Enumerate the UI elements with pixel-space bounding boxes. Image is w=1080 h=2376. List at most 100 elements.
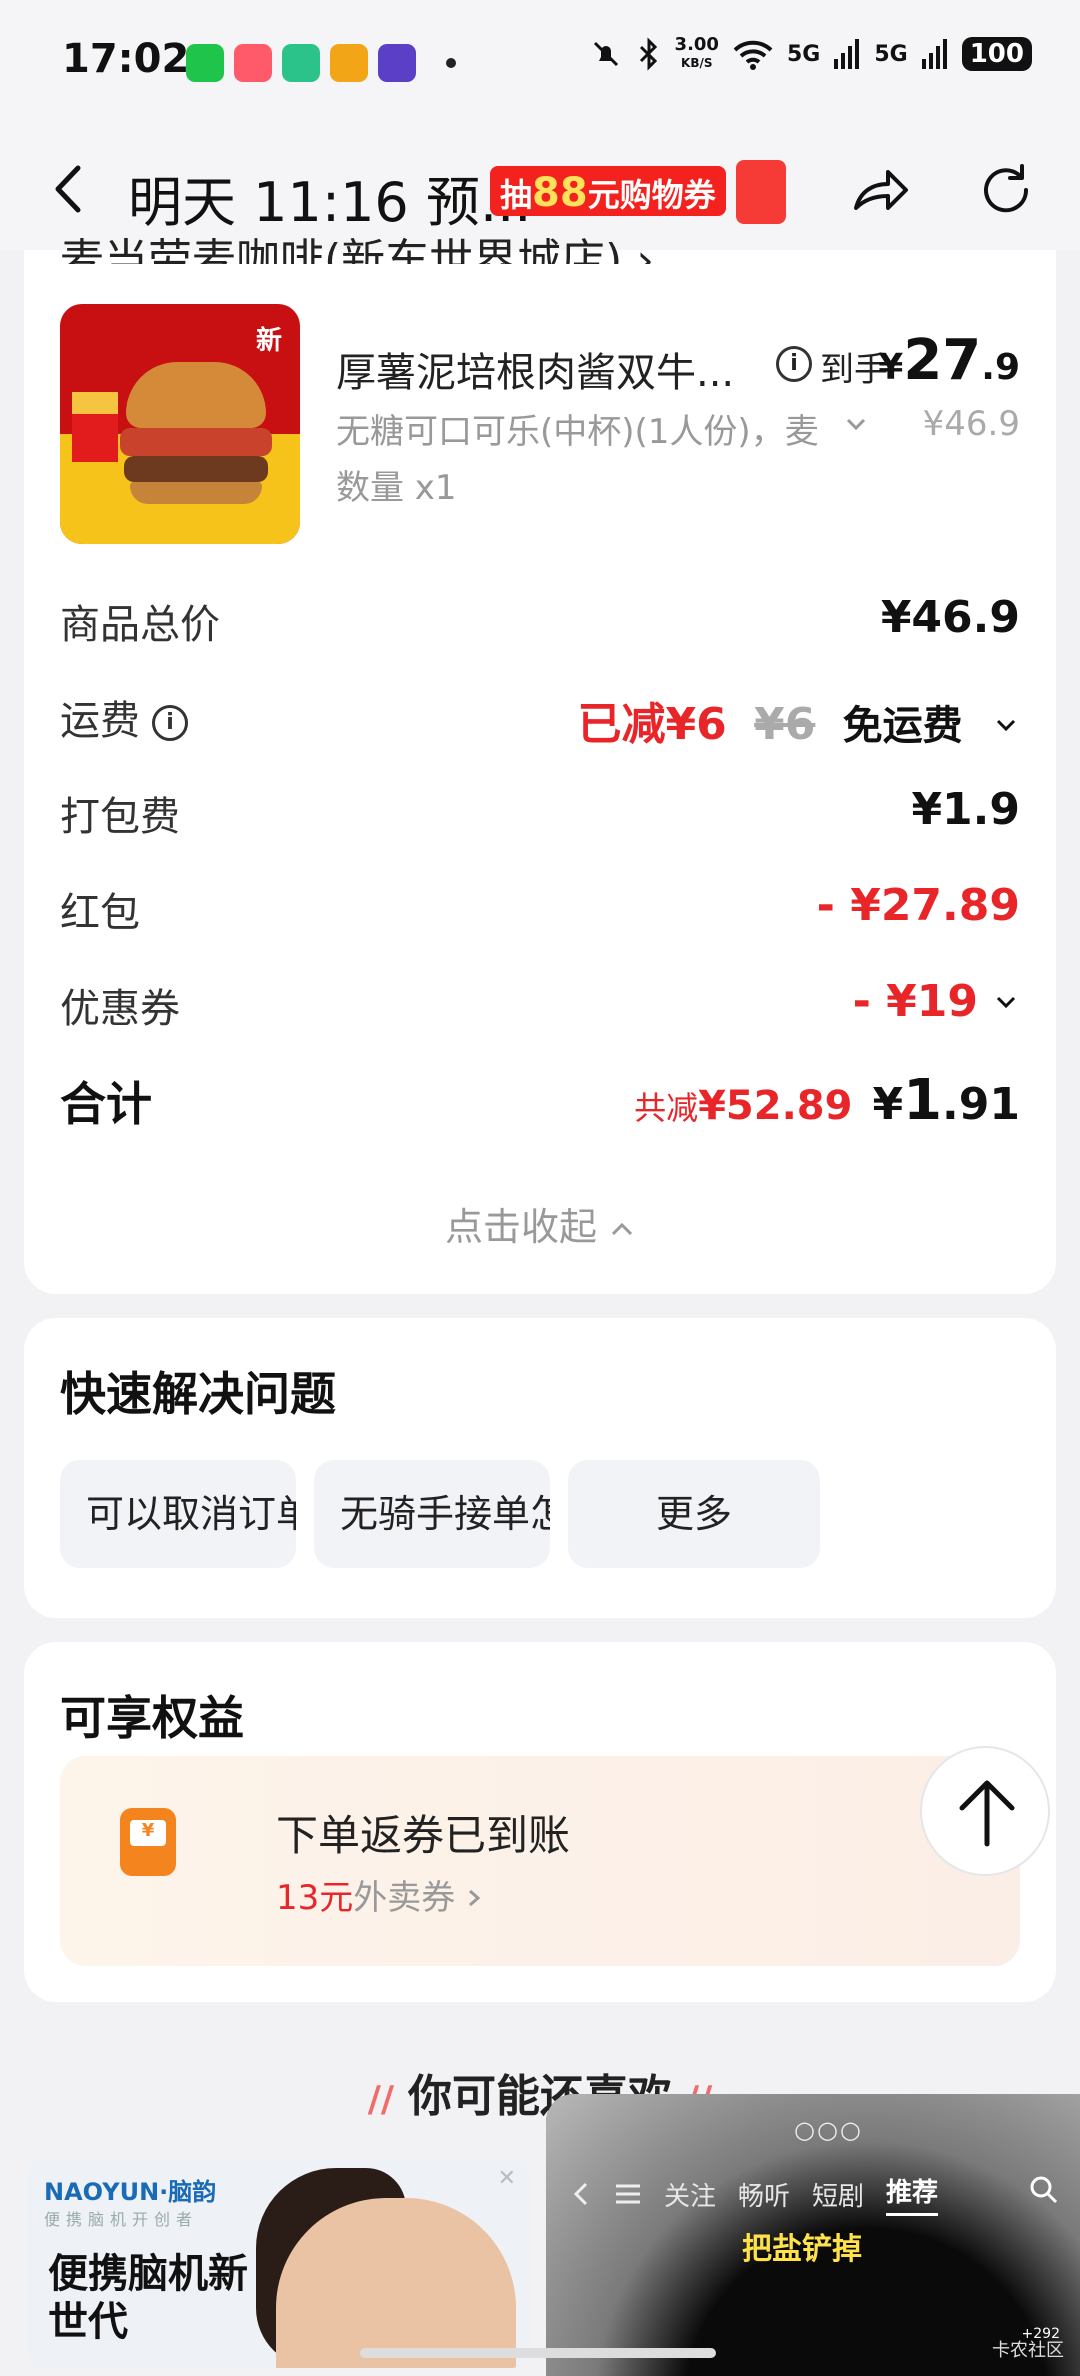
total-saved-value: ¥52.89 — [698, 1083, 853, 1129]
battery-level: 100 — [961, 37, 1032, 71]
coupon-row[interactable]: 优惠券 - ¥19 — [60, 976, 1020, 1036]
shipping-label-group: 运费 i — [60, 688, 188, 746]
coupon-returned-title: 下单返券已到账 — [276, 1811, 571, 1860]
video-tab-recommend[interactable]: 推荐 — [886, 2172, 939, 2216]
chevron-right-icon — [469, 1889, 481, 1907]
price-int: 27 — [903, 328, 982, 393]
signal-5g-2: 5G — [874, 41, 908, 67]
status-time: 17:02 — [62, 36, 190, 82]
share-icon[interactable] — [848, 158, 912, 222]
signal-5g-1: 5G — [786, 41, 821, 67]
chevron-up-icon — [611, 1222, 633, 1236]
goods-total-value: ¥46.9 — [880, 592, 1020, 643]
total-label: 合计 — [60, 1077, 152, 1131]
coupon-returned-banner[interactable]: ¥ 下单返券已到账 13元外卖券 — [60, 1756, 1020, 1966]
arrow-up-icon — [959, 1780, 1015, 1847]
info-icon[interactable]: i — [152, 705, 188, 741]
benefits-card: 可享权益 ¥ 下单返券已到账 13元外卖券 — [24, 1642, 1056, 2002]
refresh-icon[interactable] — [974, 158, 1038, 222]
more-notifications-dot — [446, 58, 456, 68]
back-arrow-icon[interactable] — [40, 154, 100, 224]
status-bar: 17:02 3.00 KB/S 5G 5G 100 — [0, 0, 1080, 130]
video-tabs: 关注 畅听 短剧 推荐 — [570, 2172, 939, 2216]
total-dec: .91 — [942, 1079, 1020, 1130]
shipping-value: 已减¥6 ¥6 免运费 — [578, 688, 1020, 752]
order-detail-card: 麦当劳麦咖啡(新东世界城店) › 新 厚薯泥培根肉酱双牛... i 到手 ¥27… — [24, 235, 1056, 1294]
quick-help-no-rider[interactable]: 无骑手接单怎... — [314, 1460, 550, 1568]
promo-prefix: 抽 — [500, 176, 533, 214]
price-dec: .9 — [981, 347, 1020, 388]
ad-card[interactable]: NAOYUN·脑韵 便携脑机开创者 便携脑机新世代 ✕ — [26, 2158, 530, 2368]
product-quantity: 数量 x1 — [336, 468, 457, 508]
close-icon[interactable]: ✕ — [498, 2166, 516, 2191]
total-value-group: 共减¥52.89 ¥1.91 — [634, 1068, 1020, 1133]
shop-name[interactable]: 麦当劳麦咖啡(新东世界城店) › — [60, 224, 654, 264]
quick-help-more-label: 更多 — [655, 1492, 732, 1536]
total-currency: ¥ — [872, 1079, 904, 1130]
lottery-coupon-tag: 抽88元购物券 — [490, 166, 726, 216]
benefits-title: 可享权益 — [60, 1691, 244, 1745]
coupon-type: 外卖券 — [353, 1878, 456, 1918]
product-spec[interactable]: 无糖可口可乐(中杯)(1人份)，麦 — [336, 404, 819, 453]
bluetooth-icon — [639, 37, 657, 71]
ad-brand: NAOYUN·脑韵 — [44, 2178, 217, 2206]
shipping-row[interactable]: 运费 i 已减¥6 ¥6 免运费 — [60, 688, 1020, 750]
shipping-label: 运费 — [60, 698, 140, 744]
yen-icon: ¥ — [130, 1820, 166, 1846]
video-tab-listen[interactable]: 畅听 — [738, 2176, 790, 2213]
red-packet-icon — [736, 160, 786, 224]
quick-help-cancel-order[interactable]: 可以取消订单... — [60, 1460, 296, 1568]
packing-fee-label: 打包费 — [60, 794, 180, 840]
fries-shape — [72, 392, 118, 462]
search-icon[interactable] — [1028, 2174, 1060, 2206]
back-to-top-button[interactable] — [920, 1746, 1050, 1876]
product-original-price: ¥46.9 — [922, 404, 1020, 444]
video-tab-follow[interactable]: 关注 — [664, 2176, 716, 2213]
speed-unit: KB/S — [681, 56, 713, 70]
info-icon[interactable]: i — [776, 346, 812, 382]
chevron-down-icon[interactable] — [992, 711, 1020, 739]
lottery-coupon-banner[interactable]: 抽88元购物券 — [490, 160, 786, 224]
product-image[interactable]: 新 — [60, 304, 300, 544]
signal-bars-icon — [921, 39, 947, 69]
quick-help-title: 快速解决问题 — [60, 1367, 336, 1421]
total-saved-prefix: 共减 — [634, 1089, 699, 1127]
total-row: 合计 共减¥52.89 ¥1.91 — [60, 1068, 1020, 1138]
more-dots-icon[interactable]: ○○○ — [794, 2116, 863, 2144]
menu-icon[interactable] — [614, 2182, 642, 2206]
hongbao-value: - ¥27.89 — [816, 880, 1020, 931]
promo-suffix: 元购物券 — [587, 176, 716, 214]
total-saved: 共减¥52.89 — [634, 1083, 852, 1129]
coupon-returned-detail: 13元外卖券 — [276, 1870, 482, 1919]
decor-slash-icon: // — [367, 2079, 394, 2120]
wechat-icon — [186, 44, 224, 82]
quick-help-more[interactable]: 更多 — [568, 1460, 820, 1568]
burger-bun-bottom — [130, 482, 262, 504]
back-arrow-icon[interactable] — [570, 2180, 592, 2208]
app-icon — [378, 44, 416, 82]
ad-headline: 便携脑机新世代 — [48, 2251, 248, 2345]
video-tab-drama[interactable]: 短剧 — [812, 2176, 864, 2213]
packing-fee-value: ¥1.9 — [911, 784, 1020, 835]
currency: ¥ — [878, 347, 904, 388]
home-indicator[interactable] — [360, 2348, 716, 2358]
coupon-label: 优惠券 — [60, 986, 180, 1032]
chevron-down-icon[interactable] — [992, 988, 1020, 1016]
product-name[interactable]: 厚薯泥培根肉酱双牛... — [336, 340, 734, 398]
coupon-amount: 13元 — [276, 1878, 354, 1918]
goods-total-row: 商品总价 ¥46.9 — [60, 592, 1020, 652]
shipping-reduced: 已减¥6 — [577, 699, 727, 750]
speed-value: 3.00 — [674, 34, 719, 55]
floating-video-player[interactable]: ○○○ 关注 畅听 短剧 推荐 把盐铲掉 +292 卡农社区 — [546, 2094, 1080, 2376]
quick-help-card: 快速解决问题 可以取消订单... 无骑手接单怎... 更多 — [24, 1318, 1056, 1618]
burger-patty-2 — [124, 456, 268, 482]
collapse-label: 点击收起 — [444, 1205, 597, 1249]
shipping-original: ¥6 — [754, 699, 816, 750]
coupon-value-group: - ¥19 — [853, 976, 1020, 1027]
battery-app-icon — [282, 44, 320, 82]
burger-patty — [120, 428, 272, 456]
chevron-down-icon[interactable] — [842, 410, 870, 438]
hongbao-label: 红包 — [60, 890, 140, 936]
collapse-button[interactable]: 点击收起 — [24, 1196, 1056, 1251]
video-credit: 卡农社区 — [992, 2340, 1064, 2361]
